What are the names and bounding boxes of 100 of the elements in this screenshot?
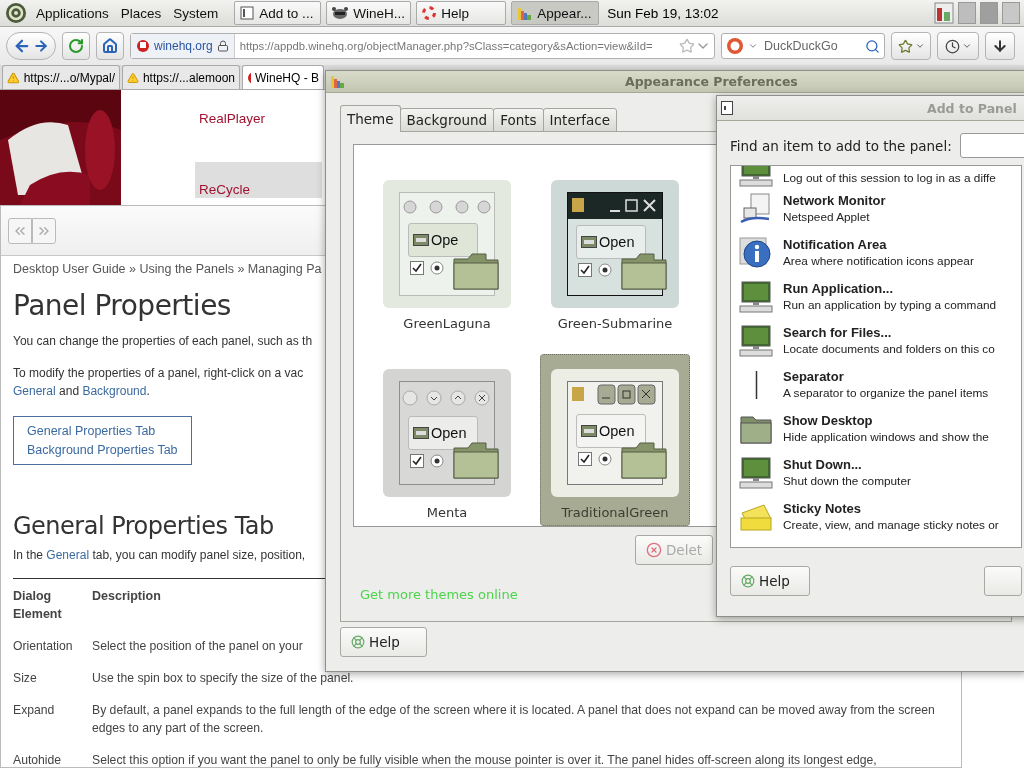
drive-icon <box>581 425 597 437</box>
link[interactable]: RealPlayer <box>199 111 266 126</box>
taskbar-button[interactable]: Add to ... <box>234 1 322 25</box>
folder-icon <box>453 442 499 479</box>
theme-item[interactable]: Open Menta <box>372 354 522 526</box>
reload-button[interactable] <box>62 32 90 60</box>
taskbar-button[interactable]: WineH... <box>326 1 412 25</box>
forward-icon <box>33 38 49 54</box>
home-button[interactable] <box>96 32 124 60</box>
taskbar-button[interactable]: Help <box>416 1 507 25</box>
download-button[interactable] <box>985 32 1015 60</box>
computer-icon <box>739 325 773 357</box>
search-field[interactable]: DuckDuckGo <box>721 33 885 59</box>
column-header: Description <box>92 588 161 605</box>
duck-icon <box>726 37 744 55</box>
computer-icon <box>739 281 773 313</box>
window-controls-icon <box>400 197 494 217</box>
delete-icon <box>646 542 662 558</box>
back-button[interactable] <box>8 217 32 244</box>
tab[interactable]: Background <box>399 108 495 132</box>
list-item[interactable]: Network Monitor Netspeed Applet <box>739 187 1021 231</box>
contents-link[interactable]: General Properties Tab <box>27 424 156 438</box>
drive-icon <box>581 236 597 248</box>
checkbox-icon <box>410 261 424 275</box>
window-title: Appearance Preferences <box>624 74 798 89</box>
tray-icon[interactable] <box>934 2 954 24</box>
list-item[interactable]: Run Application... Run an application by typing a command <box>739 275 1021 319</box>
checkbox-icon <box>578 452 592 466</box>
checkbox-icon <box>578 263 592 277</box>
link[interactable]: General <box>46 548 90 562</box>
computer-icon <box>739 457 773 489</box>
tab[interactable]: Theme <box>340 105 401 132</box>
star-icon <box>679 38 695 54</box>
logo-icon[interactable] <box>4 1 28 25</box>
menu-item[interactable]: Applications <box>32 5 113 21</box>
link[interactable]: ReCycle <box>199 182 250 197</box>
breadcrumb: Desktop User Guide » Using the Panels » Managing Pa <box>13 262 322 276</box>
drive-icon <box>413 234 429 246</box>
forward-button[interactable] <box>32 217 56 244</box>
warning-icon <box>7 70 20 85</box>
checkbox-icon <box>410 454 424 468</box>
browser-tab[interactable]: https://...o/Mypal/ <box>2 65 120 89</box>
list-item[interactable]: Show Desktop Hide application windows and show the <box>739 407 1021 451</box>
drive-icon <box>413 427 429 439</box>
table-cell-text: Select the position of the panel on your <box>92 638 303 655</box>
tab[interactable]: Interface <box>542 108 617 132</box>
paragraph: In the General tab, you can modify panel size, position, <box>13 547 306 564</box>
warning-icon <box>127 70 139 85</box>
clock-icon <box>944 38 960 54</box>
paragraph: General and Background. <box>13 383 150 400</box>
table-cell-text: Use the spin box to specify the size of the panel. <box>92 670 354 687</box>
folder-icon <box>739 413 773 445</box>
taskbar-button[interactable]: Appear... <box>511 1 600 25</box>
radio-icon <box>598 263 612 277</box>
theme-item[interactable]: Open TraditionalGreen <box>540 354 690 526</box>
list-item[interactable]: Notification Area Area where notification icons appear <box>739 231 1021 275</box>
back-forward-button[interactable] <box>6 32 56 60</box>
column-header: Dialog Element <box>13 588 63 623</box>
browser-tab[interactable]: https://...alemoon <box>122 65 240 89</box>
preview-button: Open <box>576 225 646 259</box>
sticky-notes-icon <box>739 501 773 533</box>
menu-item[interactable]: System <box>169 5 223 21</box>
theme-item[interactable]: Open Green-Submarine <box>540 165 690 337</box>
separator-icon <box>754 371 758 399</box>
raccoon-icon <box>332 6 349 20</box>
list-item[interactable]: Shut Down... Shut down the computer <box>739 451 1021 495</box>
lock-icon <box>216 40 229 52</box>
contents-link[interactable]: Background Properties Tab <box>27 443 178 457</box>
folder-icon <box>453 253 499 290</box>
table-cell-text: Expand <box>13 702 55 719</box>
home-icon <box>102 38 118 54</box>
help-button[interactable]: Help <box>730 566 810 596</box>
help-button[interactable]: Help <box>340 627 427 657</box>
table-cell-text: By default, a panel expands to the full length of the edge of the screen where it is located. A panel that does not expand can be moved away from the screen edges to any part of the screen. <box>92 702 936 737</box>
find-label: Find an item to add to the panel: <box>730 137 952 154</box>
dropdown-icon <box>914 41 925 51</box>
bookmarks-button[interactable] <box>891 32 931 60</box>
theme-item[interactable]: Ope GreenLaguna <box>372 165 522 337</box>
dialog-button[interactable] <box>983 566 1022 596</box>
list-item[interactable]: Separator A separator to organize the panel items <box>739 363 1021 407</box>
window-icon <box>721 101 733 115</box>
history-button[interactable] <box>937 32 979 60</box>
dropdown-icon <box>961 41 972 51</box>
site-identity[interactable]: winehq.org <box>131 34 235 58</box>
url-field[interactable]: winehq.org https://appdb.winehq.org/objectManager.php?sClass=category&sAction=view&iId= <box>130 33 715 59</box>
table-cell-text: Orientation <box>13 638 73 655</box>
list-item[interactable]: Sticky Notes Create, view, and manage sticky notes or <box>739 495 1021 539</box>
menu-item[interactable]: Places <box>116 5 166 21</box>
dropdown-icon <box>748 41 758 51</box>
list-item[interactable]: Search for Files... Locate documents and folders on this co <box>739 319 1021 363</box>
table-cell-text: Select this option if you want the panel to only be fully visible when the mouse pointer is over it. The panel hides off-screen along its longest edge, <box>92 752 877 768</box>
tab[interactable]: Fonts <box>493 108 544 132</box>
table-cell-text: Autohide <box>13 752 62 768</box>
list-item[interactable]: Log out of this session to log in as a diffe <box>739 166 1021 187</box>
link[interactable]: General <box>13 384 56 398</box>
browser-tab[interactable]: WineHQ - B <box>242 65 324 89</box>
clock[interactable]: Sun Feb 19, 13:02 <box>607 5 719 21</box>
help-icon <box>741 574 755 588</box>
radio-icon <box>430 261 444 275</box>
info-icon <box>739 237 773 269</box>
